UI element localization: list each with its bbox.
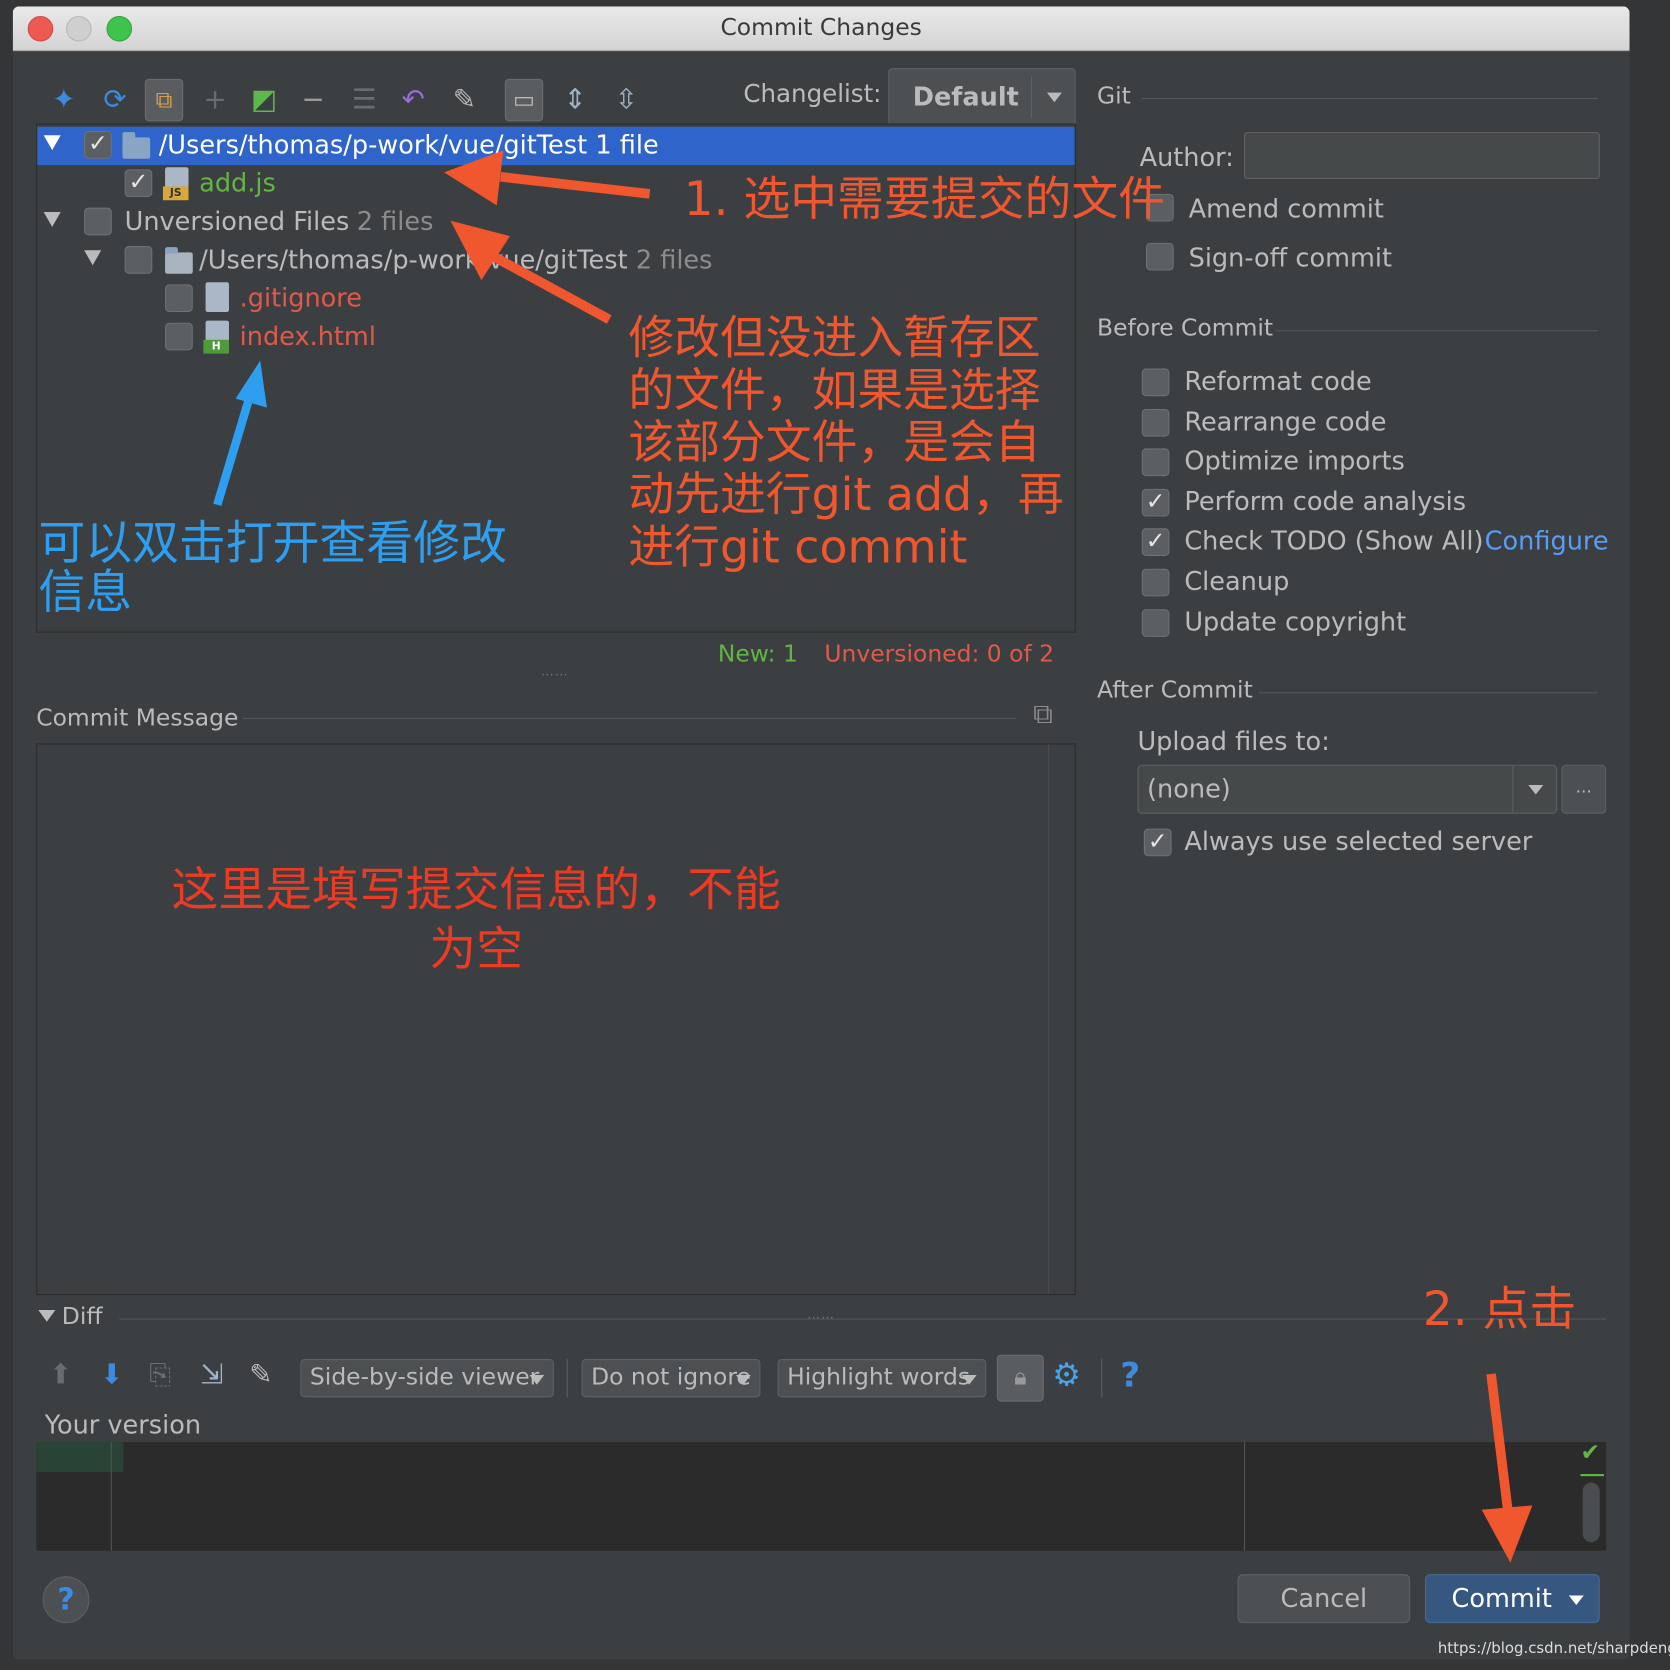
annotation-select-files: 1. 选中需要提交的文件 — [683, 172, 1166, 227]
arrow-2-head — [450, 220, 510, 281]
arrow-1-shaft — [500, 172, 651, 199]
arrow-3-head — [1481, 1505, 1533, 1563]
arrow-1-head — [443, 150, 504, 206]
arrow-2-shaft — [489, 251, 612, 324]
stage: Commit Changes ✦ ⟳ ⧉ + ◩ − ☰ ↶ ✎ ▭ ⇕ ⇳ C… — [0, 0, 1670, 1670]
watermark: https://blog.csdn.net/sharpdeng — [1437, 1640, 1670, 1658]
arrow-3-shaft — [1486, 1373, 1513, 1513]
annotation-click-commit: 2. 点击 — [1422, 1282, 1577, 1337]
annotation-double-click: 可以双击打开查看修改 信息 — [38, 516, 507, 621]
arrow-4-shaft — [213, 397, 254, 507]
annotation-unstaged: 修改但没进入暂存区 的文件，如果是选择 该部分文件，是会自 动先进行git ad… — [628, 312, 1064, 575]
annotation-message-required: 这里是填写提交信息的，不能 为空 — [171, 862, 781, 977]
annotation-arrows — [213, 150, 1533, 1563]
arrow-4-head — [235, 360, 267, 408]
